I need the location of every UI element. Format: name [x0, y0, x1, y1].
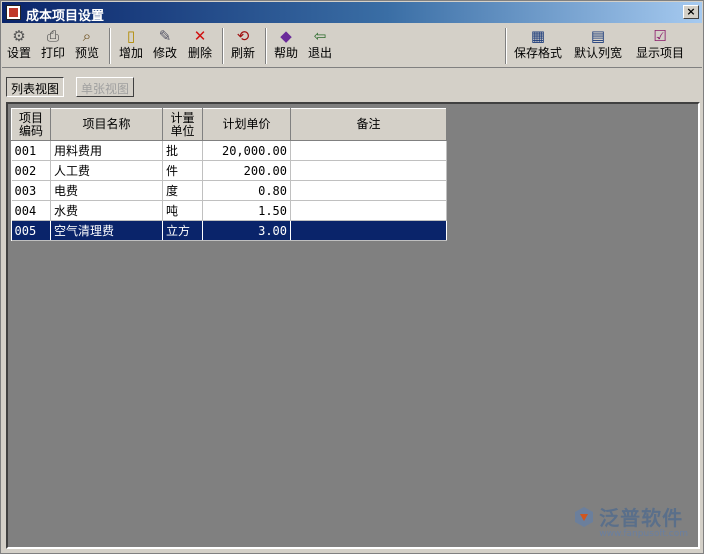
cell-note[interactable] — [290, 160, 447, 181]
cost-items-grid: 项目 编码 项目名称 计量 单位 计划单价 备注 001 用料费用 批 20,0… — [11, 108, 447, 241]
preview-button[interactable]: ⌕ 预览 — [72, 26, 102, 66]
toolbar-separator — [109, 28, 111, 64]
cell-price[interactable]: 200.00 — [202, 160, 291, 181]
default-column-width-button[interactable]: ▤ 默认列宽 — [570, 26, 626, 66]
cell-name[interactable]: 空气清理费 — [50, 220, 163, 241]
tab-single-view[interactable]: 单张视图 — [76, 77, 135, 97]
cell-note[interactable] — [290, 180, 447, 201]
table-row[interactable]: 004 水费 吨 1.50 — [11, 200, 447, 221]
brand-watermark: 泛普软件 www.fanpusoft.com — [573, 502, 688, 539]
edit-button[interactable]: ✎ 修改 — [150, 26, 180, 66]
cell-unit[interactable]: 批 — [162, 140, 203, 161]
save-format-button[interactable]: ▦ 保存格式 — [510, 26, 566, 66]
table-row[interactable]: 001 用料费用 批 20,000.00 — [11, 140, 447, 161]
cell-price[interactable]: 0.80 — [202, 180, 291, 201]
cell-price[interactable]: 20,000.00 — [202, 140, 291, 161]
close-button[interactable]: × — [683, 5, 699, 19]
toolbar: ⚙ 设置 ⎙ 打印 ⌕ 预览 ▯ 增加 ✎ 修改 ✕ 删除 ⟲ 刷新 ◆ 帮助 … — [2, 24, 702, 68]
cell-price[interactable]: 3.00 — [202, 220, 291, 241]
cell-name[interactable]: 人工费 — [50, 160, 163, 181]
brand-logo-icon — [575, 506, 594, 527]
cell-unit[interactable]: 度 — [162, 180, 203, 201]
table-row-selected[interactable]: 005 空气清理费 立方 3.00 — [11, 220, 447, 241]
column-header-unit[interactable]: 计量 单位 — [162, 108, 203, 141]
refresh-button[interactable]: ⟲ 刷新 — [228, 26, 258, 66]
main-window: 成本项目设置 × ⚙ 设置 ⎙ 打印 ⌕ 预览 ▯ 增加 ✎ 修改 ✕ 删除 ⟲… — [0, 0, 704, 554]
cell-name[interactable]: 电费 — [50, 180, 163, 201]
cell-code[interactable]: 001 — [11, 140, 51, 161]
toolbar-separator — [505, 28, 507, 64]
new-page-icon: ▯ — [126, 27, 136, 45]
cell-unit[interactable]: 件 — [162, 160, 203, 181]
title-bar: 成本项目设置 × — [2, 2, 702, 24]
app-icon — [6, 5, 21, 20]
cell-code[interactable]: 004 — [11, 200, 51, 221]
column-header-note[interactable]: 备注 — [290, 108, 447, 141]
column-width-icon: ▤ — [590, 27, 606, 45]
exit-button[interactable]: ⇦ 退出 — [305, 26, 335, 66]
cell-code[interactable]: 005 — [11, 220, 51, 241]
printer-icon: ⎙ — [46, 27, 59, 45]
refresh-icon: ⟲ — [236, 27, 250, 45]
window-title: 成本项目设置 — [26, 9, 105, 24]
table-row[interactable]: 003 电费 度 0.80 — [11, 180, 447, 201]
cell-name[interactable]: 用料费用 — [50, 140, 163, 161]
cell-note[interactable] — [290, 140, 447, 161]
toolbar-separator — [265, 28, 267, 64]
column-header-name[interactable]: 项目名称 — [50, 108, 163, 141]
show-columns-icon: ☑ — [653, 27, 667, 45]
add-button[interactable]: ▯ 增加 — [116, 26, 146, 66]
cell-code[interactable]: 002 — [11, 160, 51, 181]
brand-name: 泛普软件 — [599, 506, 684, 530]
toolbar-separator — [222, 28, 224, 64]
settings-button[interactable]: ⚙ 设置 — [4, 26, 34, 66]
table-row[interactable]: 002 人工费 件 200.00 — [11, 160, 447, 181]
tab-list-view[interactable]: 列表视图 — [6, 77, 65, 97]
column-header-code[interactable]: 项目 编码 — [11, 108, 51, 141]
cell-unit[interactable]: 吨 — [162, 200, 203, 221]
view-tabs: 列表视图 单张视图 — [2, 70, 702, 98]
delete-button[interactable]: ✕ 删除 — [184, 26, 216, 66]
cell-price[interactable]: 1.50 — [202, 200, 291, 221]
help-button[interactable]: ◆ 帮助 — [271, 26, 301, 66]
magnifier-icon: ⌕ — [82, 27, 92, 45]
cell-unit[interactable]: 立方 — [162, 220, 203, 241]
grid-header-row: 项目 编码 项目名称 计量 单位 计划单价 备注 — [11, 108, 447, 141]
door-exit-icon: ⇦ — [313, 27, 327, 45]
brand-site: www.fanpusoft.com — [599, 529, 688, 539]
print-button[interactable]: ⎙ 打印 — [38, 26, 68, 66]
book-icon: ◆ — [280, 27, 292, 45]
cell-note[interactable] — [290, 200, 447, 221]
grid-workspace: 项目 编码 项目名称 计量 单位 计划单价 备注 001 用料费用 批 20,0… — [6, 102, 700, 549]
cell-code[interactable]: 003 — [11, 180, 51, 201]
cell-name[interactable]: 水费 — [50, 200, 163, 221]
cell-note[interactable] — [290, 220, 447, 241]
show-items-button[interactable]: ☑ 显示项目 — [632, 26, 688, 66]
gear-icon: ⚙ — [12, 27, 26, 45]
red-x-icon: ✕ — [193, 27, 207, 45]
column-header-planned-price[interactable]: 计划单价 — [202, 108, 291, 141]
save-layout-icon: ▦ — [530, 27, 546, 45]
pencil-icon: ✎ — [158, 27, 172, 45]
